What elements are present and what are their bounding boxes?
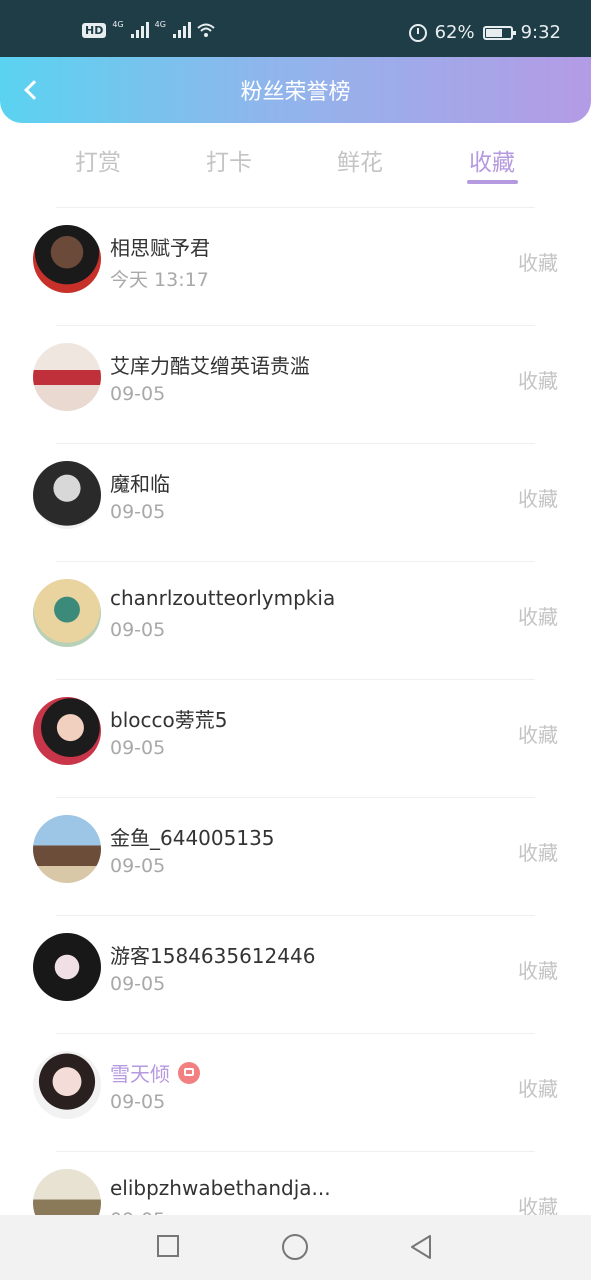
action-label: 收藏 xyxy=(518,487,558,511)
fan-date: 09-05 xyxy=(110,619,166,641)
fan-name-text: elibpzhwabethandja... xyxy=(110,1176,331,1200)
fan-date: 09-05 xyxy=(110,1091,166,1113)
action-label: 收藏 xyxy=(518,959,558,983)
fan-date: 09-05 xyxy=(110,737,166,759)
fan-date: 09-05 xyxy=(110,383,166,405)
tab-favorites[interactable]: 收藏 xyxy=(452,143,532,177)
tab-tips[interactable]: 打赏 xyxy=(58,143,138,177)
battery-icon xyxy=(482,25,516,40)
fan-name: 金鱼_644005135 xyxy=(110,822,275,851)
signal-type-label-1: 4G xyxy=(112,19,124,29)
list-item[interactable]: elibpzhwabethandja... 09-05 收藏 xyxy=(0,1151,591,1215)
fan-name-text: 魔和临 xyxy=(110,472,170,496)
fan-name: chanrlzoutteorlympkia xyxy=(110,586,335,610)
home-icon[interactable] xyxy=(282,1234,308,1260)
list-item[interactable]: 相思赋予君 今天 13:17 收藏 xyxy=(0,207,591,325)
fan-name-text: 雪天倾 xyxy=(110,1062,170,1086)
fan-name: 艾庠力酷艾缯英语贵滥 xyxy=(110,350,310,379)
vip-badge-icon xyxy=(178,1061,200,1084)
list-item[interactable]: chanrlzoutteorlympkia 09-05 收藏 xyxy=(0,561,591,679)
clock-time: 9:32 xyxy=(520,22,561,43)
fan-date: 今天 13:17 xyxy=(110,269,209,291)
page-title: 粉丝荣誉榜 xyxy=(240,80,351,105)
fan-date: 09-05 xyxy=(110,973,166,995)
back-icon[interactable] xyxy=(408,1233,434,1261)
status-right: 62% 9:32 xyxy=(408,22,561,43)
fan-name-text: 金鱼_644005135 xyxy=(110,826,275,850)
fan-name-text: 艾庠力酷艾缯英语贵滥 xyxy=(110,354,310,378)
list-item[interactable]: 魔和临 09-05 收藏 xyxy=(0,443,591,561)
battery-percent: 62% xyxy=(434,22,475,43)
list-item[interactable]: 雪天倾 09-05 收藏 xyxy=(0,1033,591,1151)
avatar[interactable] xyxy=(33,933,101,1001)
signal-icon xyxy=(130,22,149,38)
signal-type-label-2: 4G xyxy=(154,19,166,29)
fan-date: 09-05 xyxy=(110,855,166,877)
list-item[interactable]: 游客1584635612446 09-05 收藏 xyxy=(0,915,591,1033)
signal-icon xyxy=(172,22,191,38)
recent-apps-icon[interactable] xyxy=(157,1235,179,1257)
fan-name: blocco蒡荒5 xyxy=(110,704,227,733)
action-label: 收藏 xyxy=(518,723,558,747)
avatar[interactable] xyxy=(33,815,101,883)
hd-badge: HD xyxy=(82,22,107,38)
fan-name: 相思赋予君 xyxy=(110,232,210,261)
tab-checkin[interactable]: 打卡 xyxy=(189,143,269,177)
fan-name: elibpzhwabethandja... xyxy=(110,1176,331,1200)
avatar[interactable] xyxy=(33,343,101,411)
action-label: 收藏 xyxy=(518,605,558,629)
avatar[interactable] xyxy=(33,1169,101,1215)
wifi-icon xyxy=(197,23,215,37)
list-item[interactable]: 金鱼_644005135 09-05 收藏 xyxy=(0,797,591,915)
avatar[interactable] xyxy=(33,1051,101,1119)
avatar[interactable] xyxy=(33,697,101,765)
tab-flowers[interactable]: 鲜花 xyxy=(320,143,400,177)
fan-name: 雪天倾 xyxy=(110,1058,200,1087)
fan-name-text: 相思赋予君 xyxy=(110,236,210,260)
fan-name: 魔和临 xyxy=(110,468,170,497)
fan-name-text: chanrlzoutteorlympkia xyxy=(110,586,336,610)
list-item[interactable]: 艾庠力酷艾缯英语贵滥 09-05 收藏 xyxy=(0,325,591,443)
action-label: 收藏 xyxy=(518,1077,558,1101)
avatar[interactable] xyxy=(33,461,101,529)
action-label: 收藏 xyxy=(518,841,558,865)
action-label: 收藏 xyxy=(518,251,558,275)
action-label: 收藏 xyxy=(518,1195,558,1215)
fan-list: 相思赋予君 今天 13:17 收藏 艾庠力酷艾缯英语贵滥 09-05 收藏 魔和… xyxy=(0,207,591,1215)
alarm-icon xyxy=(408,23,427,42)
avatar[interactable] xyxy=(33,579,101,647)
status-left: HD 4G 4G xyxy=(82,19,215,38)
system-nav-bar xyxy=(0,1215,591,1280)
fan-name-text: 游客1584635612446 xyxy=(110,944,316,968)
fan-name: 游客1584635612446 xyxy=(110,940,315,969)
avatar[interactable] xyxy=(33,225,101,293)
status-bar: HD 4G 4G 62% 9:32 xyxy=(0,0,591,57)
tab-bar: 打赏 打卡 鲜花 收藏 xyxy=(0,123,591,205)
page-header: 粉丝荣誉榜 xyxy=(0,57,591,123)
fan-name-text: blocco蒡荒5 xyxy=(110,708,228,732)
list-item[interactable]: blocco蒡荒5 09-05 收藏 xyxy=(0,679,591,797)
active-tab-indicator xyxy=(467,180,518,184)
action-label: 收藏 xyxy=(518,369,558,393)
fan-date: 09-05 xyxy=(110,501,166,523)
